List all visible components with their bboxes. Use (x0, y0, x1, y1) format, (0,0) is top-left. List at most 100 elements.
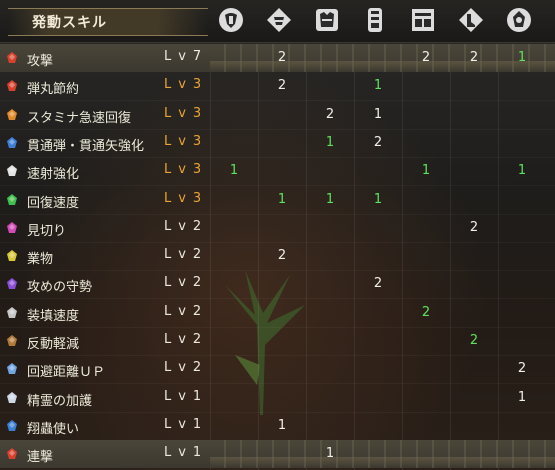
skill-points-cell (210, 412, 258, 440)
skill-name: スタミナ急速回復 (27, 110, 132, 126)
skill-points-cell (498, 72, 546, 100)
skill-points-cell: 2 (325, 106, 335, 122)
skill-level: Lv3 (164, 133, 209, 149)
skill-points-cell (402, 355, 450, 383)
skill-row[interactable]: 貫通弾・貫通矢強化 Lv3 1 2 (0, 129, 555, 158)
skill-points-cell (210, 242, 258, 270)
skill-points-cell (450, 101, 498, 129)
skill-row[interactable]: 回避距離ＵＰ Lv2 2 (0, 355, 555, 385)
skill-points-cell (498, 242, 546, 270)
skill-points-cell: 2 (373, 276, 383, 292)
weapon-slot-icon (219, 8, 243, 32)
skill-points-cell: 2 (277, 78, 287, 94)
skill-points-cell (306, 72, 354, 100)
skill-points-cell (498, 129, 546, 157)
skill-level: Lv3 (164, 162, 209, 178)
skill-points-cell: 1 (373, 106, 383, 122)
skill-level: Lv1 (164, 416, 209, 432)
skill-name: 速射強化 (27, 167, 80, 183)
skill-points-cell (402, 327, 450, 355)
skill-jewel-icon (7, 136, 17, 148)
skill-points-cell: 2 (277, 50, 287, 65)
skill-points-cell (498, 440, 546, 468)
skill-points-cell (450, 440, 498, 468)
chest-armor-icon (316, 9, 338, 31)
skill-points-cell: 1 (277, 191, 287, 207)
skill-points-cell (450, 129, 498, 157)
skill-row[interactable]: 反動軽減 Lv2 2 (0, 327, 555, 356)
skill-points-cell: 2 (469, 219, 479, 235)
skill-row[interactable]: 装填速度 Lv2 2 (0, 299, 555, 328)
skill-points-cell (402, 440, 450, 468)
skill-jewel-icon (7, 419, 17, 431)
skill-name: 業物 (27, 252, 54, 268)
skill-points-cell (258, 440, 306, 468)
skill-points-cell (306, 299, 354, 327)
skill-jewel-icon (7, 221, 17, 233)
skill-points-cell: 1 (325, 446, 335, 462)
skill-level: Lv2 (164, 332, 209, 347)
skill-points-cell (258, 299, 306, 327)
skill-points-cell: 2 (517, 361, 527, 377)
skill-points-cell: 1 (421, 163, 431, 179)
skill-name: 反動軽減 (27, 337, 80, 352)
skill-points-cell (450, 186, 498, 214)
skill-points-cell: 1 (517, 389, 527, 405)
skill-row[interactable]: スタミナ急速回復 Lv3 2 1 (0, 101, 555, 130)
arm-armor-icon (368, 8, 382, 32)
skill-points-cell (354, 384, 402, 412)
skill-jewel-icon (7, 448, 17, 460)
skill-name: 連撃 (27, 450, 54, 466)
skill-level: Lv2 (164, 218, 209, 234)
skill-points-cell (450, 242, 498, 270)
skill-row[interactable]: 速射強化 Lv3 1 1 1 (0, 157, 555, 187)
skill-jewel-icon (7, 250, 17, 262)
skill-points-cell (258, 384, 306, 412)
skill-points-cell (258, 327, 306, 355)
skill-level: Lv1 (164, 388, 209, 404)
skill-points-cell (450, 412, 498, 440)
skill-points-cell (498, 270, 546, 298)
skill-points-cell (402, 384, 450, 412)
skill-points-cell (498, 412, 546, 440)
skill-level: Lv1 (164, 445, 209, 461)
skill-row[interactable]: 攻撃 Lv7 2 2 2 1 (0, 44, 555, 72)
skill-name: 攻撃 (27, 54, 54, 69)
skill-points-cell (354, 412, 402, 440)
skill-row[interactable]: 攻めの守勢 Lv2 2 (0, 270, 555, 300)
skill-level: Lv2 (164, 360, 209, 376)
skill-points-cell: 1 (325, 191, 335, 207)
skill-points-cell: 2 (373, 134, 383, 150)
skill-row[interactable]: 連撃 Lv1 1 (0, 440, 555, 469)
skill-row[interactable]: 業物 Lv2 2 (0, 242, 555, 272)
skill-points-cell: 1 (277, 417, 287, 433)
skill-points-cell (306, 270, 354, 298)
skill-points-cell: 1 (325, 134, 335, 150)
skill-points-cell (402, 412, 450, 440)
skill-points-cell (306, 327, 354, 355)
skill-points-cell (210, 355, 258, 383)
skill-points-cell (210, 101, 258, 129)
skill-row[interactable]: 回復速度 Lv3 1 1 1 (0, 186, 555, 215)
skill-points-cell: 1 (373, 78, 383, 94)
skill-points-cell (354, 327, 402, 355)
skill-points-cell (210, 72, 258, 100)
skill-points-cell: 1 (517, 163, 527, 179)
skill-points-cell (258, 101, 306, 129)
skill-points-cell (258, 214, 306, 242)
skill-jewel-icon (7, 363, 17, 375)
skill-row[interactable]: 翔蟲使い Lv1 1 (0, 412, 555, 441)
skill-row[interactable]: 弾丸節約 Lv3 2 1 (0, 72, 555, 102)
skill-jewel-icon (7, 52, 17, 63)
skill-level: Lv3 (164, 190, 209, 206)
panel-title: 発動スキル (32, 15, 107, 31)
skill-level: Lv3 (164, 77, 209, 93)
skill-points-cell (450, 157, 498, 185)
skill-points-cell: 2 (277, 248, 287, 264)
skill-level: Lv2 (164, 275, 209, 291)
skill-points-cell (402, 270, 450, 298)
skill-row[interactable]: 見切り Lv2 2 (0, 214, 555, 243)
skill-points-cell (402, 101, 450, 129)
skill-row[interactable]: 精霊の加護 Lv1 1 (0, 384, 555, 413)
skill-points-cell (354, 299, 402, 327)
